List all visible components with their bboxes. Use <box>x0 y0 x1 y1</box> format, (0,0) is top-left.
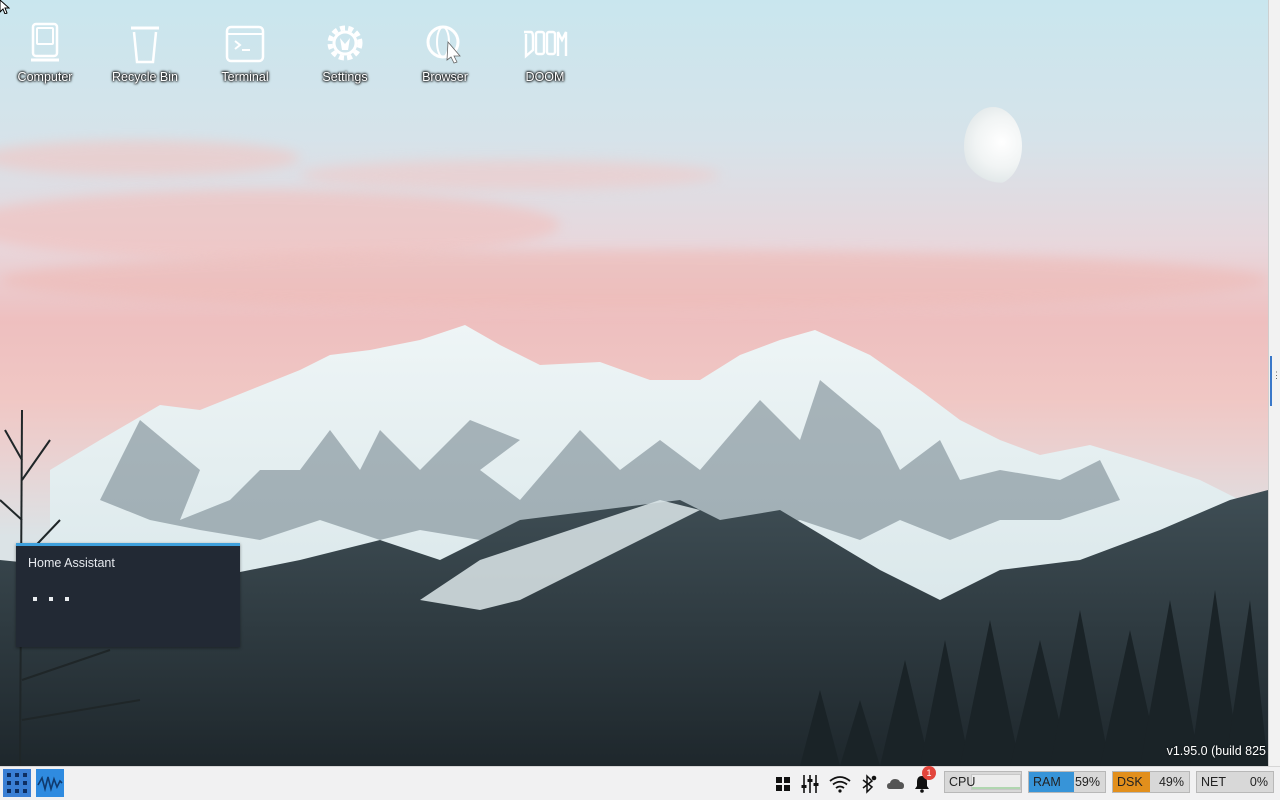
drag-handle-icon[interactable]: ⋮⋮ <box>1272 372 1280 390</box>
desktop-wallpaper <box>0 0 1268 766</box>
notification-badge: 1 <box>922 766 936 780</box>
meter-label: DSK <box>1117 775 1143 789</box>
cpu-meter[interactable]: CPU <box>944 771 1022 793</box>
desktop-icon-label: Recycle Bin <box>112 70 178 84</box>
doom-logo-icon <box>524 30 568 59</box>
app-launcher-grid-icon[interactable] <box>3 769 31 797</box>
desktop-icon-settings[interactable]: Settings <box>300 20 390 92</box>
mountain-landscape <box>0 325 1268 766</box>
meter-label: RAM <box>1033 775 1061 789</box>
meter-label: NET <box>1201 775 1226 789</box>
recycle-bin-icon <box>131 26 159 64</box>
home-assistant-widget[interactable]: Home Assistant <box>16 543 240 647</box>
mouse-cursor-icon <box>0 0 10 14</box>
desktop-icon-label: Settings <box>322 70 368 84</box>
desktop-icon-recycle-bin[interactable]: Recycle Bin <box>100 20 190 92</box>
mixer-sliders-icon[interactable] <box>800 774 820 794</box>
version-label: v1.95.0 (build 825 <box>1166 744 1266 758</box>
cpu-graph <box>971 774 1021 790</box>
cpu-usage-line <box>972 787 1020 789</box>
desktop-icon-label: DOOM <box>525 70 565 84</box>
desktop-icon-computer[interactable]: Computer <box>0 20 90 92</box>
meter-value: 0% <box>1249 775 1268 789</box>
desktop-icon-label: Terminal <box>221 70 269 84</box>
network-meter[interactable]: NET 0% <box>1196 771 1274 793</box>
cloud-icon[interactable] <box>886 774 906 794</box>
wifi-icon[interactable] <box>828 774 852 794</box>
desktop-icon-terminal[interactable]: Terminal <box>200 20 290 92</box>
widget-title: Home Assistant <box>28 556 115 570</box>
meter-label: CPU <box>949 775 976 789</box>
desktop-icon-label: Browser <box>422 70 468 84</box>
desktop-icon-label: Computer <box>17 70 73 84</box>
desktop-icon-browser[interactable]: Browser <box>400 20 490 92</box>
ram-meter[interactable]: RAM 59% <box>1028 771 1106 793</box>
browser-globe-icon <box>426 25 461 64</box>
terminal-icon <box>225 25 265 63</box>
meter-value: 49% <box>1158 775 1184 789</box>
waveform-app-icon[interactable] <box>36 769 64 797</box>
window-tiles-icon[interactable] <box>773 774 793 794</box>
desktop-icon-doom[interactable]: DOOM <box>500 20 590 92</box>
computer-icon <box>31 22 59 62</box>
bluetooth-icon[interactable] <box>858 774 878 794</box>
disk-meter[interactable]: DSK 49% <box>1112 771 1190 793</box>
meter-value: 59% <box>1074 775 1100 789</box>
settings-gear-icon <box>327 25 363 61</box>
loading-dots-icon <box>33 597 69 601</box>
